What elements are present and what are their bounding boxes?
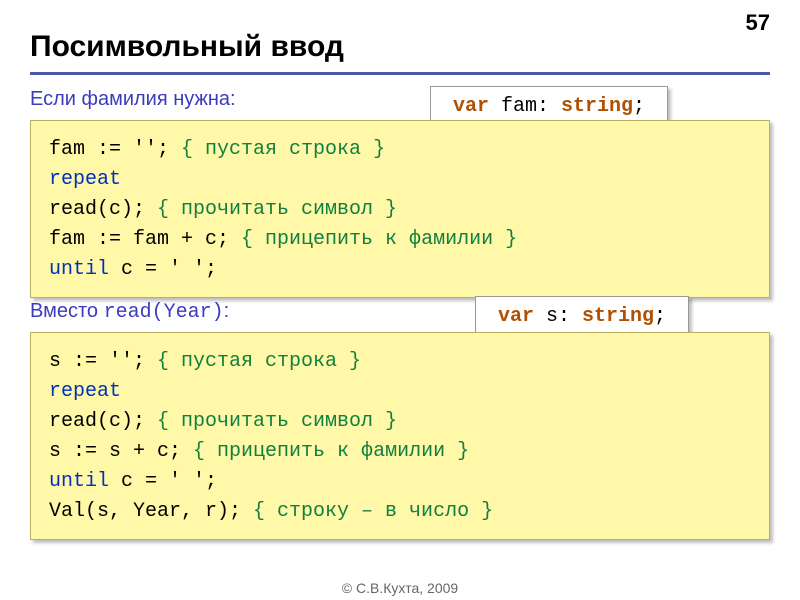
- keyword-until: until: [49, 258, 109, 281]
- code-text: s := s + c;: [49, 440, 181, 463]
- code-block-s: s := ''; { пустая строка } repeat read(c…: [30, 332, 770, 540]
- code-line: fam := ''; { пустая строка }: [49, 135, 751, 165]
- code-text: fam := '';: [49, 138, 169, 161]
- subheading-instead-read-year: Вместо read(Year):: [30, 300, 229, 324]
- code-line: read(c); { прочитать символ }: [49, 407, 751, 437]
- var-mid: fam:: [489, 95, 561, 118]
- title-underline: [30, 72, 770, 75]
- code-block-fam: fam := ''; { пустая строка } repeat read…: [30, 120, 770, 298]
- keyword-var: var: [453, 95, 489, 118]
- code-text: Val(s, Year, r);: [49, 500, 241, 523]
- footer-copyright: © С.В.Кухта, 2009: [0, 580, 800, 596]
- sub2-mono: read(Year): [104, 301, 224, 324]
- code-text: read(c);: [49, 198, 145, 221]
- type-string: string: [582, 305, 654, 328]
- var-tail: ;: [633, 95, 645, 118]
- code-comment: { прочитать символ }: [145, 198, 397, 221]
- sub2-suffix: :: [224, 300, 230, 322]
- code-line: repeat: [49, 165, 751, 195]
- type-string: string: [561, 95, 633, 118]
- code-line: repeat: [49, 377, 751, 407]
- code-line: fam := fam + c; { прицепить к фамилии }: [49, 225, 751, 255]
- code-line: s := ''; { пустая строка }: [49, 347, 751, 377]
- code-text: read(c);: [49, 410, 145, 433]
- code-text: c = ' ';: [109, 470, 217, 493]
- code-comment: { прицепить к фамилии }: [229, 228, 517, 251]
- code-line: until c = ' ';: [49, 467, 751, 497]
- slide-title: Посимвольный ввод: [30, 30, 344, 64]
- page-number: 57: [746, 10, 770, 36]
- keyword-var: var: [498, 305, 534, 328]
- code-line: s := s + c; { прицепить к фамилии }: [49, 437, 751, 467]
- variable-declaration-s: var s: string;: [475, 296, 689, 337]
- code-comment: { строку – в число }: [241, 500, 493, 523]
- code-line: until c = ' ';: [49, 255, 751, 285]
- sub2-prefix: Вместо: [30, 300, 104, 322]
- code-text: fam := fam + c;: [49, 228, 229, 251]
- code-comment: { пустая строка }: [145, 350, 361, 373]
- keyword-until: until: [49, 470, 109, 493]
- subheading-surname-needed: Если фамилия нужна:: [30, 88, 236, 111]
- var-mid: s:: [534, 305, 582, 328]
- code-comment: { пустая строка }: [169, 138, 385, 161]
- keyword-repeat: repeat: [49, 168, 121, 191]
- code-line: read(c); { прочитать символ }: [49, 195, 751, 225]
- code-text: s := '';: [49, 350, 145, 373]
- code-comment: { прицепить к фамилии }: [181, 440, 469, 463]
- code-text: c = ' ';: [109, 258, 217, 281]
- keyword-repeat: repeat: [49, 380, 121, 403]
- var-tail: ;: [654, 305, 666, 328]
- code-line: Val(s, Year, r); { строку – в число }: [49, 497, 751, 527]
- code-comment: { прочитать символ }: [145, 410, 397, 433]
